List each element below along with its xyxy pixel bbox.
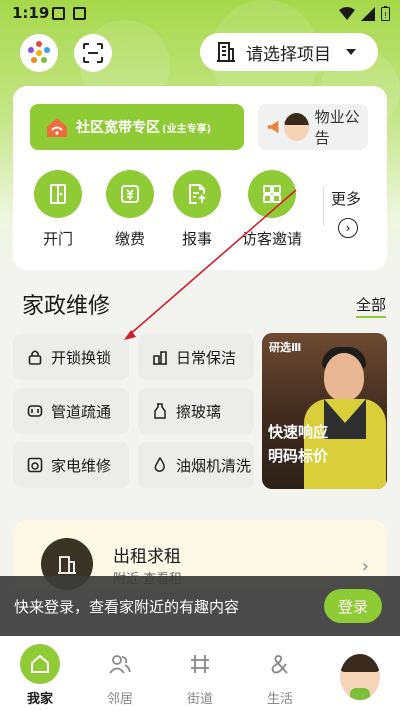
rental-title: 出租求租 bbox=[113, 547, 181, 567]
service-window-cleaning[interactable]: 擦玻璃 bbox=[138, 388, 254, 434]
more-label[interactable]: 更多 bbox=[331, 188, 361, 209]
quick-action-label: 访客邀请 bbox=[241, 230, 302, 248]
quick-action-label: 报事 bbox=[181, 230, 212, 248]
quick-action-icon-wrap bbox=[34, 170, 82, 218]
status-time: 1:19 bbox=[12, 4, 50, 22]
property-notice-label: 物业公告 bbox=[314, 108, 360, 147]
svg-text:!: ! bbox=[384, 11, 387, 20]
bottle-icon bbox=[152, 403, 168, 419]
service-range-hood-cleaning[interactable]: 油烟机清洗 bbox=[138, 442, 254, 488]
nav-label: 生活 bbox=[266, 692, 293, 707]
service-label: 家电维修 bbox=[51, 456, 112, 475]
nav-label: 我家 bbox=[26, 692, 53, 707]
chevron-right-icon: › bbox=[361, 556, 369, 577]
app-notification-icon bbox=[73, 7, 86, 20]
wifi-icon bbox=[339, 6, 355, 20]
dropdown-caret-icon bbox=[346, 49, 356, 55]
status-system-icons: ! bbox=[339, 6, 390, 21]
promo-tag: 研选Ⅲ bbox=[269, 341, 302, 354]
service-daily-cleaning[interactable]: 日常保洁 bbox=[138, 334, 254, 380]
scan-icon bbox=[83, 43, 103, 63]
status-bar: 1:19 ! bbox=[0, 0, 400, 28]
login-button[interactable]: 登录 bbox=[324, 589, 382, 623]
door-icon bbox=[50, 184, 66, 204]
quick-action-icon-wrap bbox=[173, 170, 221, 218]
nav-label: 邻居 bbox=[106, 692, 133, 707]
broadband-zone-button[interactable]: 社区宽带专区 (业主专享) bbox=[30, 104, 244, 150]
section-title: 家政维修 bbox=[22, 294, 111, 319]
quick-action-label: 开门 bbox=[42, 230, 73, 248]
status-notification-icons bbox=[52, 7, 86, 20]
scan-button[interactable] bbox=[74, 34, 112, 72]
service-label: 擦玻璃 bbox=[176, 402, 222, 421]
battery-icon: ! bbox=[381, 6, 390, 21]
house-wifi-icon bbox=[47, 118, 67, 137]
quick-action-payment[interactable]: 缴费 bbox=[95, 170, 165, 249]
megaphone-icon bbox=[267, 120, 279, 134]
quick-action-report[interactable]: 报事 bbox=[162, 170, 232, 249]
broadband-zone-note: (业主专享) bbox=[162, 123, 212, 135]
nav-home[interactable]: 我家 bbox=[10, 644, 70, 707]
quick-action-icon-wrap bbox=[248, 170, 296, 218]
project-selector-label: 请选择项目 bbox=[246, 44, 331, 65]
project-selector[interactable]: 请选择项目 bbox=[200, 33, 378, 71]
service-label: 管道疏通 bbox=[51, 402, 112, 421]
nav-label: 街道 bbox=[186, 692, 213, 707]
app-logo-button[interactable] bbox=[20, 34, 58, 72]
image-notification-icon bbox=[52, 7, 65, 20]
service-label: 开锁换锁 bbox=[51, 348, 112, 367]
promo-banner[interactable]: 研选Ⅲ 快速响应 明码标价 bbox=[262, 333, 387, 489]
login-toast-message: 快来登录，查看家附近的有趣内容 bbox=[14, 598, 240, 616]
promo-line-2: 明码标价 bbox=[268, 447, 329, 465]
home-icon bbox=[20, 644, 60, 684]
promo-line-1: 快速响应 bbox=[268, 423, 329, 441]
profile-avatar[interactable] bbox=[340, 654, 380, 700]
bottom-nav: 我家 邻居 街道 生活 bbox=[0, 636, 400, 711]
signal-icon bbox=[361, 6, 375, 21]
ampersand-icon bbox=[260, 644, 300, 684]
broadband-zone-label: 社区宽带专区 bbox=[76, 120, 160, 136]
quick-action-open-door[interactable]: 开门 bbox=[23, 170, 93, 249]
payment-icon bbox=[121, 185, 139, 203]
login-toast: 快来登录，查看家附近的有趣内容 登录 bbox=[0, 576, 400, 636]
lock-icon bbox=[27, 349, 43, 365]
nav-neighbors[interactable]: 邻居 bbox=[90, 644, 150, 707]
service-label: 日常保洁 bbox=[176, 348, 237, 367]
more-arrow-icon[interactable]: › bbox=[338, 218, 358, 238]
nav-street[interactable]: 街道 bbox=[170, 644, 230, 707]
quick-action-label: 缴费 bbox=[114, 230, 145, 248]
more-divider bbox=[323, 186, 324, 226]
people-icon bbox=[100, 644, 140, 684]
building-icon bbox=[217, 42, 235, 62]
service-appliance-repair[interactable]: 家电维修 bbox=[13, 442, 129, 488]
property-notice-button[interactable]: 物业公告 bbox=[258, 104, 368, 150]
street-icon bbox=[180, 644, 220, 684]
mascot-avatar bbox=[283, 113, 309, 141]
service-label: 油烟机清洗 bbox=[176, 456, 252, 475]
quick-action-icon-wrap bbox=[106, 170, 154, 218]
cleaning-icon bbox=[152, 349, 168, 365]
service-pipe-unclog[interactable]: 管道疏通 bbox=[13, 388, 129, 434]
nav-life[interactable]: 生活 bbox=[250, 644, 310, 707]
services-card: 社区宽带专区 (业主专享) 物业公告 开门 缴费 报事 访客邀请 更多 › bbox=[13, 86, 387, 270]
view-all-link[interactable]: 全部 bbox=[356, 294, 387, 318]
app-logo-icon bbox=[28, 41, 50, 63]
drop-icon bbox=[152, 457, 168, 473]
qr-grid-icon bbox=[263, 185, 281, 203]
quick-action-visitor-invite[interactable]: 访客邀请 bbox=[237, 170, 307, 249]
report-icon bbox=[189, 184, 206, 204]
service-lock-change[interactable]: 开锁换锁 bbox=[13, 334, 129, 380]
appliance-icon bbox=[27, 457, 43, 473]
pipe-icon bbox=[27, 403, 43, 419]
